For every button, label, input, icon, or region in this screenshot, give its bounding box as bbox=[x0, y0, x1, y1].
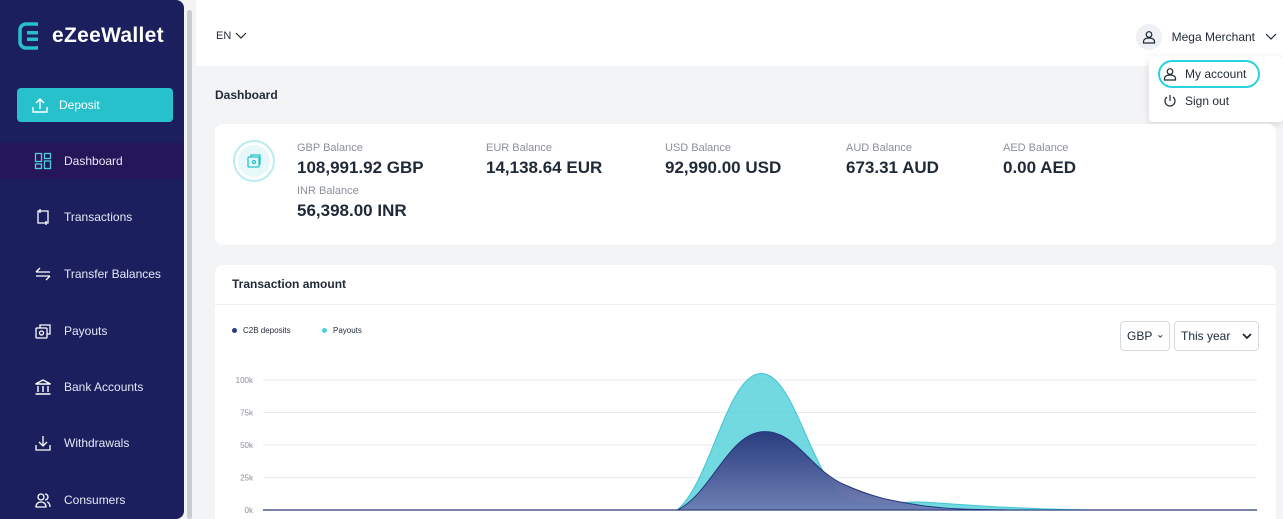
logo[interactable]: eZeeWallet bbox=[18, 22, 164, 50]
chevron-down-icon bbox=[235, 32, 247, 39]
wallet-icon bbox=[247, 154, 261, 168]
sidebar-item-label: Bank Accounts bbox=[64, 380, 144, 394]
sidebar-item-payouts[interactable]: Payouts bbox=[0, 313, 184, 349]
language-label: EN bbox=[216, 30, 232, 42]
balance-usd: USD Balance 92,990.00 USD bbox=[665, 142, 781, 178]
balance-label: USD Balance bbox=[665, 142, 732, 154]
transaction-amount-card: Transaction amount C2B deposits Payouts … bbox=[215, 265, 1276, 519]
topbar: EN Mega Merchant bbox=[196, 0, 1283, 66]
deposit-button-label: Deposit bbox=[59, 98, 100, 112]
sidebar-item-label: Consumers bbox=[64, 493, 126, 507]
sidebar-item-label: Withdrawals bbox=[64, 436, 130, 450]
y-tick-label: 0k bbox=[245, 506, 254, 515]
menu-item-sign-out[interactable]: Sign out bbox=[1163, 94, 1229, 108]
sidebar-item-label: Transactions bbox=[64, 210, 133, 224]
ezeewallet-logo-icon bbox=[18, 22, 44, 50]
sidebar-item-transactions[interactable]: Transactions bbox=[0, 199, 184, 235]
sidebar-item-dashboard[interactable]: Dashboard bbox=[0, 143, 184, 179]
sidebar-item-transfer-balances[interactable]: Transfer Balances bbox=[0, 256, 184, 292]
user-name: Mega Merchant bbox=[1171, 30, 1255, 44]
balance-eur: EUR Balance 14,138.64 EUR bbox=[486, 142, 602, 178]
balance-aed: AED Balance 0.00 AED bbox=[1003, 142, 1076, 178]
balance-value: 108,991.92 GBP bbox=[297, 158, 424, 177]
sidebar-scrollbar[interactable] bbox=[187, 10, 192, 519]
y-tick-label: 25k bbox=[240, 474, 254, 483]
transactions-icon bbox=[34, 208, 52, 226]
wallet-badge bbox=[233, 140, 275, 182]
y-tick-label: 75k bbox=[240, 409, 254, 418]
sidebar-item-label: Dashboard bbox=[64, 154, 123, 168]
balance-value: 673.31 AUD bbox=[846, 158, 939, 177]
dashboard-icon bbox=[34, 152, 52, 170]
power-icon bbox=[1164, 95, 1176, 107]
transfer-icon bbox=[34, 265, 52, 283]
page-title: Dashboard bbox=[215, 88, 278, 102]
balance-label: GBP Balance bbox=[297, 142, 363, 154]
balance-value: 0.00 AED bbox=[1003, 158, 1077, 177]
sidebar-item-label: Transfer Balances bbox=[64, 267, 161, 281]
consumers-icon bbox=[34, 491, 52, 509]
deposit-button[interactable]: Deposit bbox=[17, 88, 173, 122]
focus-ring bbox=[1158, 60, 1260, 88]
balance-value: 92,990.00 USD bbox=[665, 158, 782, 177]
upload-icon bbox=[32, 98, 48, 113]
balances-card: GBP Balance 108,991.92 GBP EUR Balance 1… bbox=[215, 124, 1276, 245]
sidebar-item-consumers[interactable]: Consumers bbox=[0, 482, 184, 518]
balance-inr: INR Balance 56,398.00 INR bbox=[297, 185, 407, 221]
sidebar: eZeeWallet Deposit Dashboard Transaction… bbox=[0, 0, 184, 519]
sidebar-item-bank-accounts[interactable]: Bank Accounts bbox=[0, 369, 184, 405]
sidebar-item-label: Payouts bbox=[64, 324, 108, 338]
brand-name: eZeeWallet bbox=[52, 24, 164, 47]
balance-value: 56,398.00 INR bbox=[297, 201, 407, 220]
bank-icon bbox=[34, 378, 52, 396]
payouts-icon bbox=[34, 322, 52, 340]
y-tick-label: 50k bbox=[240, 441, 254, 450]
language-selector[interactable]: EN bbox=[216, 30, 247, 42]
series-area-c2b-deposits[interactable] bbox=[263, 431, 1257, 511]
user-menu-toggle[interactable]: Mega Merchant bbox=[1135, 24, 1277, 50]
withdrawals-icon bbox=[34, 434, 52, 452]
balance-aud: AUD Balance 673.31 AUD bbox=[846, 142, 939, 178]
user-icon bbox=[1142, 31, 1155, 44]
avatar bbox=[1135, 24, 1162, 50]
balance-value: 14,138.64 EUR bbox=[486, 158, 603, 177]
balance-label: AUD Balance bbox=[846, 142, 913, 154]
menu-item-label: Sign out bbox=[1185, 94, 1230, 108]
y-tick-label: 100k bbox=[236, 376, 254, 385]
area-chart: 100k 75k 50k 25k 0k bbox=[236, 372, 1257, 515]
balance-label: EUR Balance bbox=[486, 142, 553, 154]
balance-label: INR Balance bbox=[297, 185, 359, 197]
balance-gbp: GBP Balance 108,991.92 GBP bbox=[297, 142, 424, 178]
balance-label: AED Balance bbox=[1003, 142, 1069, 154]
chevron-down-icon bbox=[1265, 33, 1277, 40]
sidebar-item-withdrawals[interactable]: Withdrawals bbox=[0, 425, 184, 461]
